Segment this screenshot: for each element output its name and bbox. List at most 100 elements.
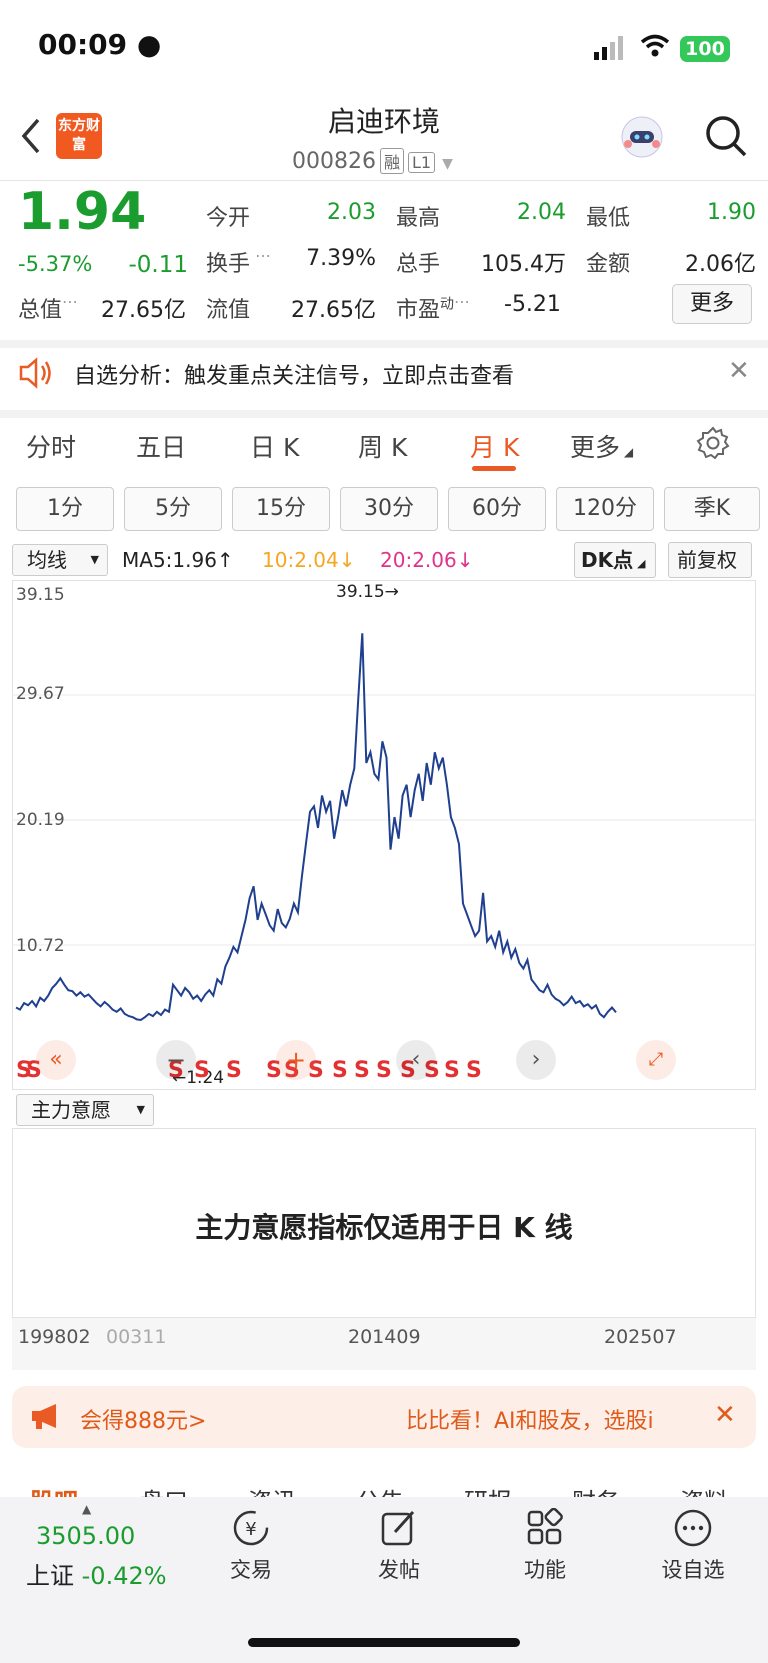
tab-five-day[interactable]: 五日	[136, 428, 186, 464]
function-icon	[527, 1507, 563, 1545]
corner-arrow-icon: ◢	[620, 445, 634, 459]
turnover-label: 换手 ⋯	[206, 246, 272, 277]
total-mv-label: 总值⋯	[18, 292, 79, 323]
period-30min[interactable]: 30分	[340, 487, 438, 531]
turnover-value: 7.39%	[306, 246, 376, 271]
nav-trade[interactable]: ¥ 交易	[196, 1508, 306, 1584]
current-price: 1.94	[18, 182, 147, 242]
dk-signal-marker: S	[466, 1058, 482, 1083]
notice-text[interactable]: 自选分析：触发重点关注信号，立即点击查看	[74, 358, 514, 390]
zoom-out-icon[interactable]: −	[156, 1040, 196, 1080]
scroll-start-icon[interactable]: «	[36, 1040, 76, 1080]
settings-gear-icon[interactable]	[696, 426, 730, 460]
x-tick-label: 00311	[106, 1326, 167, 1348]
promo-left-text[interactable]: 会得888元>	[80, 1403, 206, 1435]
ma20-value: 20:2.06↓	[380, 548, 474, 572]
chevron-down-icon: ▼	[442, 156, 453, 172]
speaker-icon	[19, 357, 51, 389]
stock-code-text: 000826	[292, 149, 376, 174]
period-120min[interactable]: 120分	[556, 487, 654, 531]
wifi-icon	[640, 34, 670, 57]
tab-more-label: 更多	[570, 433, 621, 462]
stock-code[interactable]: 000826 融 L1 ▼	[292, 148, 453, 174]
dk-point-button[interactable]: DK点 ◢	[574, 542, 656, 578]
nav-trade-label: 交易	[230, 1558, 272, 1582]
dropdown-arrow-icon: ▼	[90, 553, 99, 566]
margin-tag: 融	[379, 148, 404, 174]
y-tick-label: 20.19	[16, 810, 65, 830]
close-icon[interactable]: ✕	[728, 356, 750, 386]
period-quarter-k[interactable]: 季K	[664, 487, 760, 531]
pe-value: -5.21	[504, 292, 561, 317]
dk-signal-marker: S	[354, 1058, 370, 1083]
megaphone-icon	[32, 1404, 56, 1429]
float-mv-value: 27.65亿	[291, 298, 376, 323]
dk-signal-marker: S	[226, 1058, 242, 1083]
zoom-in-icon[interactable]: +	[276, 1040, 316, 1080]
max-price-label: 39.15→	[336, 582, 399, 602]
y-tick-label: 29.67	[16, 684, 65, 704]
scroll-left-icon[interactable]: ‹	[396, 1040, 436, 1080]
tab-monthly-k[interactable]: 月 K	[470, 428, 519, 464]
more-button[interactable]: 更多	[672, 284, 752, 324]
y-tick-label: 10.72	[16, 936, 65, 956]
change-percent: -5.37%	[18, 252, 93, 276]
nav-function[interactable]: 功能	[490, 1507, 600, 1584]
sub-indicator-dropdown[interactable]: 主力意愿 ▼	[16, 1094, 154, 1126]
period-15min[interactable]: 15分	[232, 487, 330, 531]
kline-chart-svg	[12, 633, 756, 1022]
period-5min[interactable]: 5分	[124, 487, 222, 531]
search-icon[interactable]	[704, 114, 748, 158]
ma-dropdown-label: 均线	[27, 548, 67, 572]
nav-add-watchlist-label: 设自选	[661, 1558, 725, 1582]
period-60min[interactable]: 60分	[448, 487, 546, 531]
total-mv-value: 27.65亿	[101, 298, 186, 323]
close-icon[interactable]: ✕	[714, 1400, 736, 1430]
amount-value: 2.06亿	[685, 252, 756, 277]
fullscreen-icon[interactable]: ⤢	[636, 1040, 676, 1080]
volume-value: 105.4万	[481, 252, 566, 277]
tab-weekly-k[interactable]: 周 K	[358, 428, 407, 464]
scroll-right-icon[interactable]: ›	[516, 1040, 556, 1080]
promo-right-text[interactable]: 比比看！AI和股友，选股i	[406, 1403, 696, 1435]
status-time: 00:09 ●	[38, 28, 162, 61]
open-label: 今开	[206, 206, 251, 231]
trade-icon: ¥	[233, 1510, 269, 1546]
svg-text:¥: ¥	[245, 1519, 256, 1540]
ma-dropdown[interactable]: 均线 ▼	[12, 544, 108, 576]
change-value: -0.11	[128, 252, 188, 278]
robot-avatar-icon[interactable]	[618, 114, 666, 160]
open-value: 2.03	[327, 200, 376, 225]
index-quote[interactable]: 上证 -0.42%	[26, 1556, 167, 1591]
level-tag: L1	[408, 152, 436, 173]
nav-post[interactable]: 发帖	[344, 1508, 454, 1584]
dk-signal-marker: S	[376, 1058, 392, 1083]
x-tick-label: 202507	[604, 1326, 677, 1348]
dk-label: DK点	[581, 548, 634, 572]
price-line	[15, 633, 617, 1022]
y-tick-label: 39.15	[16, 585, 65, 605]
sub-indicator-label: 主力意愿	[31, 1098, 111, 1122]
person-icon: ●	[136, 28, 162, 61]
high-label: 最高	[396, 206, 441, 231]
battery-indicator: 100	[680, 36, 730, 62]
high-value: 2.04	[517, 200, 566, 225]
signal-icon	[594, 36, 623, 60]
low-label: 最低	[586, 206, 631, 231]
up-arrow-icon: ▲	[82, 1502, 92, 1516]
index-value[interactable]: 3505.00	[36, 1522, 135, 1550]
dk-signal-marker: S	[332, 1058, 348, 1083]
period-1min[interactable]: 1分	[16, 487, 114, 531]
active-tab-indicator	[472, 466, 516, 471]
amount-label: 金额	[586, 252, 631, 277]
more-icon	[674, 1509, 712, 1547]
corner-arrow-icon: ◢	[633, 557, 646, 570]
nav-add-watchlist[interactable]: 设自选	[638, 1508, 748, 1584]
tab-intraday[interactable]: 分时	[26, 428, 76, 464]
tab-more[interactable]: 更多 ◢	[570, 428, 633, 464]
adjust-button[interactable]: 前复权	[668, 542, 752, 578]
tab-daily-k[interactable]: 日 K	[250, 428, 299, 464]
sub-chart-message: 主力意愿指标仅适用于日 K 线	[195, 1211, 573, 1244]
volume-label: 总手	[396, 252, 441, 277]
nav-function-label: 功能	[524, 1558, 566, 1582]
